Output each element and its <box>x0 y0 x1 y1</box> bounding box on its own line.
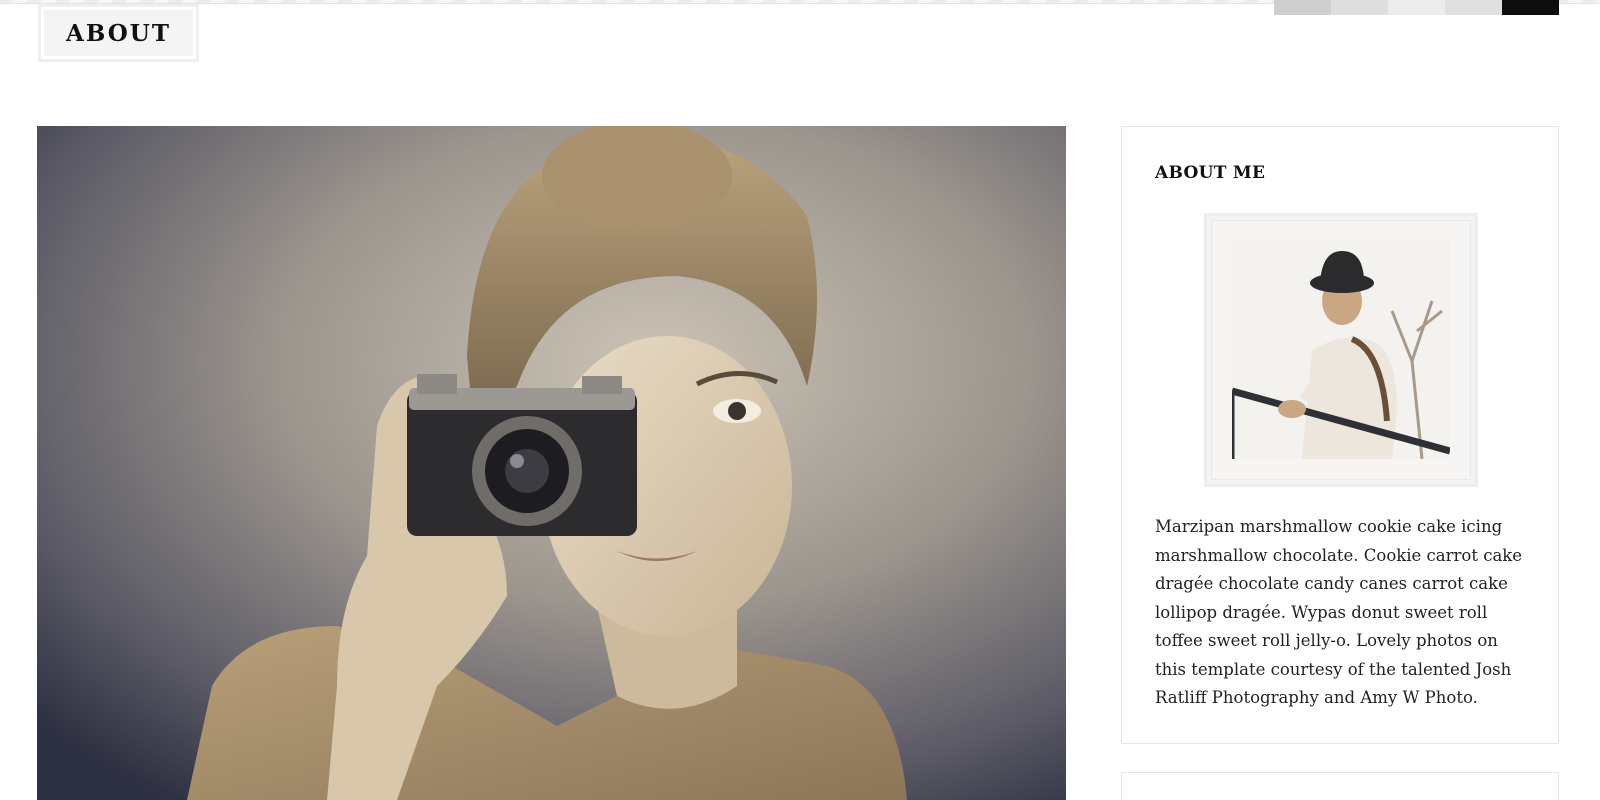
page: ABOUT ABOUT ME Marzipan marshmallow cook… <box>0 0 1600 800</box>
widget-title: ABOUT ME <box>1155 163 1266 183</box>
page-title-box: ABOUT <box>38 4 199 62</box>
swatch-light-gray[interactable] <box>1274 0 1331 15</box>
hero-image <box>37 126 1066 800</box>
page-title-inner: ABOUT <box>44 10 193 56</box>
next-widget <box>1121 772 1559 800</box>
avatar <box>1204 213 1478 487</box>
swatch-black[interactable] <box>1502 0 1559 15</box>
color-swatches <box>1274 0 1559 15</box>
avatar-inner <box>1211 220 1471 480</box>
about-me-widget: ABOUT ME Marzipan marshmallow cookie cak… <box>1121 126 1559 744</box>
swatch-near-white[interactable] <box>1388 0 1445 15</box>
widget-bio-text: Marzipan marshmallow cookie cake icing m… <box>1155 517 1523 707</box>
swatch-lighter-gray[interactable] <box>1331 0 1388 15</box>
page-title: ABOUT <box>66 20 171 47</box>
woman-with-camera-photo <box>37 126 1066 800</box>
swatch-pale-gray[interactable] <box>1445 0 1502 15</box>
man-with-hat-photo <box>1232 241 1450 459</box>
